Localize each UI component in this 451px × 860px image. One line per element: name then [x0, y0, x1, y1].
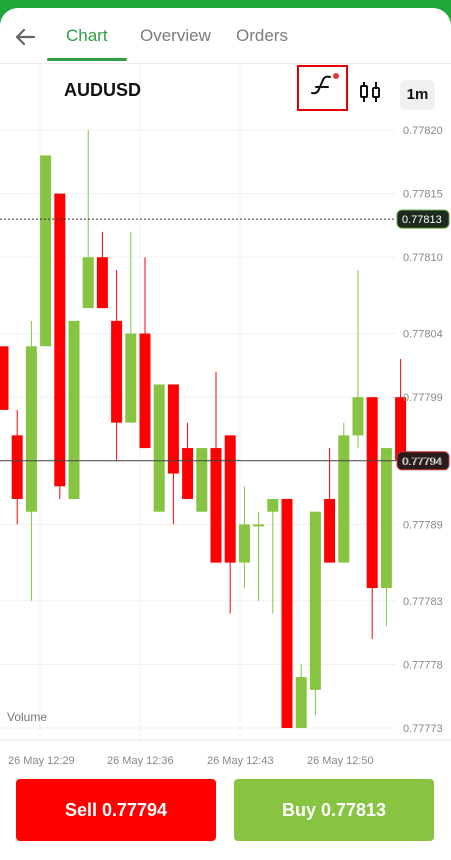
candle: [324, 448, 336, 563]
y-tick-label: 0.77794: [403, 456, 443, 468]
candle-body: [111, 320, 123, 423]
y-tick-label: 0.77815: [403, 189, 443, 201]
candle: [11, 409, 23, 525]
candle: [253, 511, 265, 601]
buy-button[interactable]: Buy 0.77813: [234, 779, 434, 841]
candle-body: [96, 257, 108, 309]
y-tick-label: 0.77773: [403, 723, 443, 735]
indicator-f-icon: [311, 75, 331, 95]
candle-body: [366, 397, 378, 589]
y-tick-label: 0.77783: [403, 596, 443, 608]
candle-body: [25, 346, 37, 512]
candle-body: [167, 384, 179, 474]
candle: [210, 371, 222, 563]
ask-price-label: 0.77813: [402, 214, 442, 226]
candlestick-icon[interactable]: [358, 80, 382, 104]
candle: [238, 486, 250, 589]
candle-body: [395, 397, 407, 461]
candle-body: [125, 333, 137, 423]
candle-body: [210, 448, 222, 563]
x-tick-label: 26 May 12:50: [307, 755, 374, 767]
candle: [366, 397, 378, 639]
candle: [295, 664, 307, 728]
candle-body: [153, 384, 165, 512]
candle: [395, 359, 407, 461]
x-tick-label: 26 May 12:29: [8, 755, 75, 767]
candle: [111, 269, 123, 461]
candle: [153, 384, 165, 512]
time-axis: 26 May 12:29 26 May 12:36 26 May 12:43 26 M…: [8, 755, 374, 767]
candles: [0, 130, 407, 728]
candle-body: [352, 397, 364, 436]
candle: [0, 346, 9, 410]
candle-body: [139, 333, 151, 449]
candle-body: [0, 346, 9, 410]
candle-body: [196, 448, 208, 512]
candle: [281, 498, 293, 728]
candle-body: [281, 498, 293, 728]
candle-body: [68, 320, 80, 499]
y-tick-label: 0.77799: [403, 392, 443, 404]
y-tick-label: 0.77789: [403, 519, 443, 531]
candle: [68, 320, 80, 499]
candle: [338, 422, 350, 563]
candle-body: [267, 498, 279, 512]
price-chart[interactable]: 0.778130.77794 0.778200.778150.778100.77…: [0, 0, 451, 770]
candle: [224, 435, 236, 614]
y-tick-label: 0.77778: [403, 659, 443, 671]
candle-body: [82, 257, 94, 309]
candle: [352, 269, 364, 449]
y-tick-label: 0.77820: [403, 125, 443, 137]
candle-body: [182, 448, 194, 499]
candle: [196, 448, 208, 512]
candle: [267, 498, 279, 614]
candle: [309, 511, 321, 716]
candle: [96, 231, 108, 309]
candle: [40, 155, 52, 347]
indicator-notification-dot: [333, 73, 339, 79]
candle-body: [324, 498, 336, 563]
candle-body: [224, 435, 236, 563]
candle-body: [40, 155, 52, 347]
x-tick-label: 26 May 12:43: [207, 755, 274, 767]
candle: [125, 231, 137, 423]
candle-body: [253, 524, 265, 527]
candle-body: [238, 524, 250, 563]
timeframe-button[interactable]: 1m: [400, 80, 435, 110]
candle-body: [295, 677, 307, 728]
indicator-button[interactable]: [297, 65, 348, 111]
y-tick-label: 0.77810: [403, 252, 443, 264]
candle: [139, 257, 151, 449]
candle: [380, 448, 392, 627]
candle-body: [309, 511, 321, 690]
symbol-title: AUDUSD: [64, 80, 142, 100]
candle-body: [380, 448, 392, 589]
y-tick-label: 0.77804: [403, 329, 443, 341]
price-lines: 0.77813 0.77794: [0, 209, 450, 471]
candle-body: [54, 193, 66, 487]
candle-body: [11, 435, 23, 499]
chart-grid: [0, 64, 451, 741]
x-tick-label: 26 May 12:36: [107, 755, 174, 767]
volume-label: Volume: [7, 710, 47, 724]
sell-button[interactable]: Sell 0.77794: [16, 779, 216, 841]
candle-body: [338, 435, 350, 563]
candle: [54, 193, 66, 499]
candle: [167, 384, 179, 525]
